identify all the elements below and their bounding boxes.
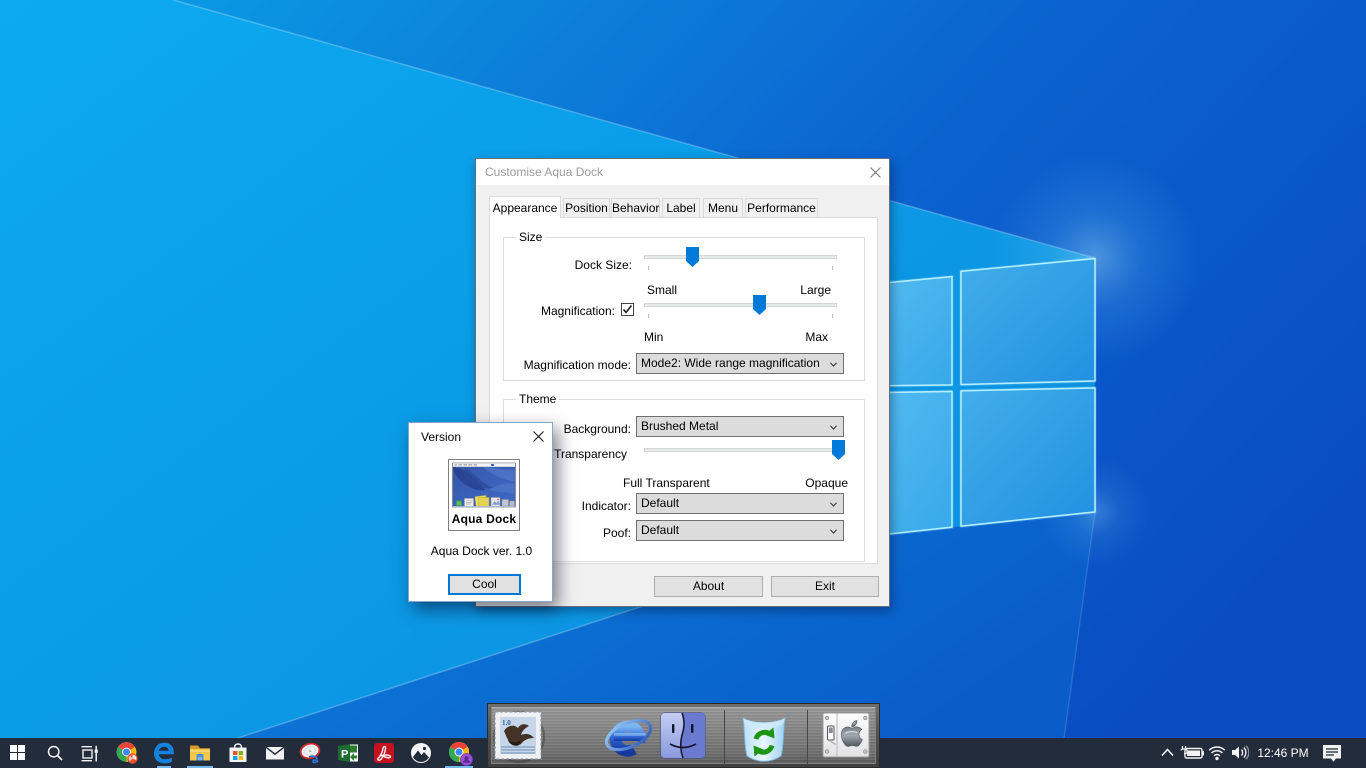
svg-text:P: P [341,749,348,761]
svg-text:1.0: 1.0 [502,719,511,727]
